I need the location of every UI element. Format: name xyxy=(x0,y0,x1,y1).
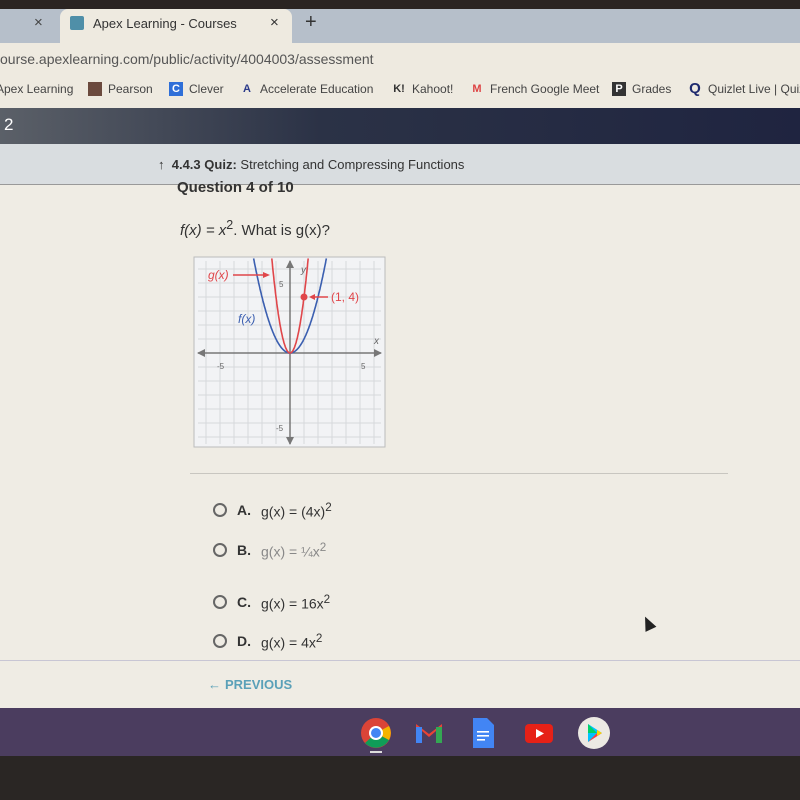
active-app-indicator xyxy=(370,751,382,753)
tab-title: Apex Learning - Courses xyxy=(93,16,237,31)
tab-close-icon[interactable]: × xyxy=(34,14,43,31)
apex-favicon-icon xyxy=(70,16,84,30)
tab-strip: × Apex Learning - Courses × + xyxy=(0,0,800,43)
bookmark-quizlet-live[interactable]: Q Quizlet Live | Quiz xyxy=(688,80,800,97)
gmail-icon: M xyxy=(472,83,482,95)
question-prompt: f(x) = x2. What is g(x)? xyxy=(180,218,330,239)
bookmark-pearson[interactable]: Pearson xyxy=(88,82,153,96)
choice-b[interactable]: B. g(x) = ¼x2 xyxy=(213,541,326,560)
app-header: 2 xyxy=(0,108,800,144)
activity-subheader: ↑ 4.4.3 Quiz: Stretching and Compressing… xyxy=(0,144,800,185)
choice-a-text: g(x) = (4x)2 xyxy=(261,501,332,520)
x-axis-label: x xyxy=(373,336,380,347)
radio-button[interactable] xyxy=(213,595,227,610)
chrome-icon[interactable] xyxy=(360,717,392,749)
address-bar[interactable]: ourse.apexlearning.com/public/activity/4… xyxy=(0,43,800,76)
os-shelf xyxy=(0,708,800,756)
choice-c-text: g(x) = 16x2 xyxy=(261,593,331,612)
bookmark-french-google-meet[interactable]: M French Google Meet xyxy=(470,82,599,96)
url-text[interactable]: ourse.apexlearning.com/public/activity/4… xyxy=(0,51,374,67)
bookmark-clever[interactable]: C Clever xyxy=(169,82,224,96)
up-arrow-icon[interactable]: ↑ xyxy=(158,157,165,172)
gmail-icon[interactable] xyxy=(413,717,445,749)
function-graph: g(x) f(x) (1, 4) x y -5 5 5 -5 xyxy=(193,256,386,448)
point-label: (1, 4) xyxy=(331,290,359,304)
x-tick-5: 5 xyxy=(361,362,366,371)
bookmark-accelerate-education[interactable]: A Accelerate Education xyxy=(240,82,373,96)
choice-c[interactable]: C. g(x) = 16x2 xyxy=(213,593,330,612)
breadcrumb-code: 4.4.3 xyxy=(171,157,201,172)
y-tick-neg5: -5 xyxy=(276,424,284,433)
tab-apex-learning[interactable]: Apex Learning - Courses × xyxy=(60,9,292,43)
screen-bezel-top xyxy=(0,0,800,9)
screen-bezel xyxy=(0,756,800,800)
x-tick-neg5: -5 xyxy=(217,362,225,371)
previous-button[interactable]: ← PREVIOUS xyxy=(208,677,292,692)
play-store-icon[interactable] xyxy=(578,717,610,749)
accelerate-icon: A xyxy=(243,83,251,95)
pearson-icon xyxy=(88,82,102,96)
tab-close-icon[interactable]: × xyxy=(270,14,279,31)
graph-svg: g(x) f(x) (1, 4) x y -5 5 5 -5 xyxy=(193,256,386,448)
point-1-4 xyxy=(300,293,308,301)
breadcrumb-title: Stretching and Compressing Functions xyxy=(240,157,465,172)
kahoot-icon: K! xyxy=(393,83,405,95)
bookmark-grades[interactable]: P Grades xyxy=(612,82,671,96)
bookmark-apex-learning[interactable]: Apex Learning xyxy=(0,82,73,96)
choice-b-text: g(x) = ¼x2 xyxy=(261,541,327,560)
bookmarks-bar: Apex Learning Pearson C Clever A Accelerat… xyxy=(0,76,800,109)
choice-d-text: g(x) = 4x2 xyxy=(261,632,323,651)
g-label: g(x) xyxy=(208,268,229,282)
radio-button[interactable] xyxy=(213,503,227,518)
divider xyxy=(190,473,728,474)
choice-d[interactable]: D. g(x) = 4x2 xyxy=(213,632,322,651)
header-number: 2 xyxy=(4,115,14,134)
new-tab-button[interactable]: + xyxy=(305,11,317,34)
quizlet-icon: Q xyxy=(689,80,701,97)
y-axis-label: y xyxy=(300,265,307,276)
bookmark-kahoot[interactable]: K! Kahoot! xyxy=(392,82,453,96)
y-tick-5: 5 xyxy=(279,280,284,289)
question-number: Question 4 of 10 xyxy=(177,179,294,196)
arrow-left-icon: ← xyxy=(208,677,221,692)
choice-a[interactable]: A. g(x) = (4x)2 xyxy=(213,501,332,520)
question-content: Question 4 of 10 f(x) = x2. What is g(x)… xyxy=(0,179,800,708)
powerschool-icon: P xyxy=(612,82,626,96)
radio-button[interactable] xyxy=(213,543,227,558)
footer-divider xyxy=(0,660,800,661)
breadcrumb[interactable]: ↑ 4.4.3 Quiz: Stretching and Compressing… xyxy=(158,157,464,172)
youtube-icon[interactable] xyxy=(523,717,555,749)
breadcrumb-type: Quiz: xyxy=(204,157,237,172)
radio-button[interactable] xyxy=(213,634,227,649)
google-docs-icon[interactable] xyxy=(467,717,499,749)
f-label: f(x) xyxy=(238,312,255,326)
clever-icon: C xyxy=(169,82,183,96)
